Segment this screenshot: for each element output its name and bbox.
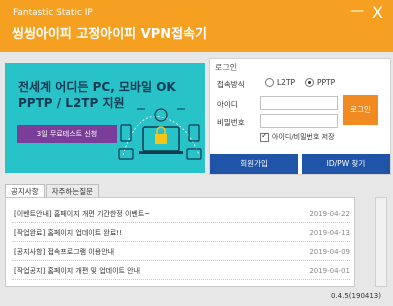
- notice-tabs: 공지사항 자주하는질문: [5, 184, 100, 198]
- notice-date: 2019-04-22: [309, 210, 350, 218]
- save-credentials-label: 아이디/비밀번호 저장: [272, 133, 335, 141]
- divider: [12, 222, 350, 223]
- close-button[interactable]: X: [372, 5, 383, 21]
- app-title: 씽씽아이피 고정아이피 VPN접속기: [12, 27, 208, 42]
- list-item[interactable]: [공지사항] 접속프로그램 이용안내 2019-04-09: [6, 243, 354, 261]
- notice-title: [이벤트안내] 홈페이지 개편 기간한정 이벤트~: [14, 210, 151, 218]
- divider: [12, 260, 350, 261]
- radio-circle-icon: [265, 78, 274, 87]
- pptp-radio[interactable]: PPTP: [305, 78, 335, 87]
- notice-scrollbar[interactable]: [375, 197, 387, 287]
- banner-subline: PPTP / L2TP 지원: [18, 96, 125, 110]
- notice-date: 2019-04-01: [309, 267, 350, 275]
- connection-method-label: 접속방식: [217, 80, 245, 89]
- banner-headline: 전세계 어디든 PC, 모바일 OK: [18, 80, 176, 94]
- id-input[interactable]: [260, 96, 338, 110]
- notice-date: 2019-04-09: [309, 248, 350, 256]
- notice-title: [공지사항] 접속프로그램 이용안내: [14, 248, 115, 256]
- notice-title: [작업완료] 홈페이지 업데이트 완료!!: [14, 229, 122, 237]
- l2tp-radio[interactable]: L2TP: [265, 78, 295, 87]
- signup-button[interactable]: 회원가입: [210, 154, 298, 174]
- tab-notices[interactable]: 공지사항: [5, 184, 45, 198]
- login-title: 로그인: [215, 63, 238, 72]
- tab-faq[interactable]: 자주하는질문: [45, 184, 100, 198]
- radio-selected-icon: [305, 78, 314, 87]
- list-item[interactable]: [이벤트안내] 홈페이지 개편 기간한정 이벤트~ 2019-04-22: [6, 205, 354, 223]
- pptp-label: PPTP: [317, 78, 336, 87]
- id-label: 아이디: [217, 100, 238, 109]
- app-header: Fantastic Static IP 씽씽아이피 고정아이피 VPN접속기 —…: [0, 0, 393, 52]
- password-label: 비밀번호: [217, 118, 245, 127]
- login-button[interactable]: 로그인: [343, 95, 378, 125]
- minimize-button[interactable]: —: [350, 4, 364, 18]
- divider: [12, 241, 350, 242]
- free-trial-button[interactable]: 3일 무료테스트 신청: [17, 125, 117, 143]
- notice-list: [이벤트안내] 홈페이지 개편 기간한정 이벤트~ 2019-04-22 [작업…: [5, 197, 355, 287]
- login-panel: 로그인 접속방식 L2TP PPTP 아이디 비밀번호 로그인 아이디/비밀번호…: [209, 58, 391, 175]
- notice-date: 2019-04-13: [309, 229, 350, 237]
- checkbox-checked-icon: [260, 131, 269, 142]
- devices-illustration-icon: [118, 108, 202, 160]
- notice-title: [작업공지] 홈페이지 개편 및 업데이트 안내: [14, 267, 141, 275]
- brand-name: Fantastic Static IP: [13, 8, 93, 18]
- version-label: 0.4.5(190413): [331, 292, 381, 300]
- list-item[interactable]: [작업완료] 홈페이지 업데이트 완료!! 2019-04-13: [6, 224, 354, 242]
- list-item[interactable]: [작업공지] 홈페이지 개편 및 업데이트 안내 2019-04-01: [6, 262, 354, 280]
- promo-banner[interactable]: 전세계 어디든 PC, 모바일 OK PPTP / L2TP 지원 3일 무료테…: [5, 63, 205, 173]
- l2tp-label: L2TP: [277, 78, 296, 87]
- divider: [12, 279, 350, 280]
- password-input[interactable]: [260, 114, 338, 128]
- find-id-pw-button[interactable]: ID/PW 찾기: [302, 154, 390, 174]
- save-credentials-checkbox[interactable]: 아이디/비밀번호 저장: [260, 131, 335, 142]
